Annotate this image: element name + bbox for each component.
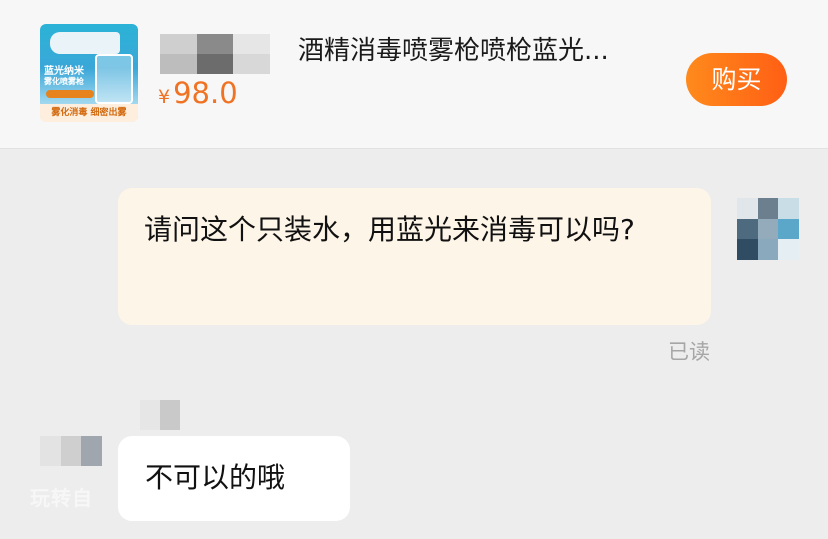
read-status: 已读: [668, 340, 710, 364]
product-card[interactable]: 蓝光纳米 雾化喷雾枪 雾化消毒 细密出雾 酒精消毒喷雾枪喷枪蓝光... ¥98.…: [0, 0, 828, 149]
censored-title-prefix: [160, 34, 270, 74]
product-title[interactable]: 酒精消毒喷雾枪喷枪蓝光...: [298, 30, 658, 67]
thumbnail-subline: 雾化喷雾枪: [44, 77, 84, 86]
bottle-image: [95, 54, 133, 104]
my-message-bubble[interactable]: 请问这个只装水，用蓝光来消毒可以吗?: [118, 188, 711, 325]
price-value: 98.0: [173, 76, 238, 110]
seller-message-bubble[interactable]: 不可以的哦: [118, 436, 350, 521]
currency-symbol: ¥: [158, 86, 171, 108]
buy-button[interactable]: 购买: [686, 53, 787, 106]
product-thumbnail[interactable]: 蓝光纳米 雾化喷雾枪 雾化消毒 细密出雾: [40, 24, 138, 122]
spray-gun-image: [50, 32, 120, 54]
thumbnail-badge: [46, 90, 94, 98]
product-price: ¥98.0: [158, 76, 238, 110]
seller-avatar[interactable]: [40, 436, 102, 466]
censored-seller-name: [140, 400, 180, 430]
thumbnail-footer: 雾化消毒 细密出雾: [40, 104, 138, 122]
my-avatar[interactable]: [737, 198, 799, 260]
thumbnail-headline: 蓝光纳米: [44, 66, 84, 77]
watermark-text: 玩转自: [30, 486, 93, 510]
